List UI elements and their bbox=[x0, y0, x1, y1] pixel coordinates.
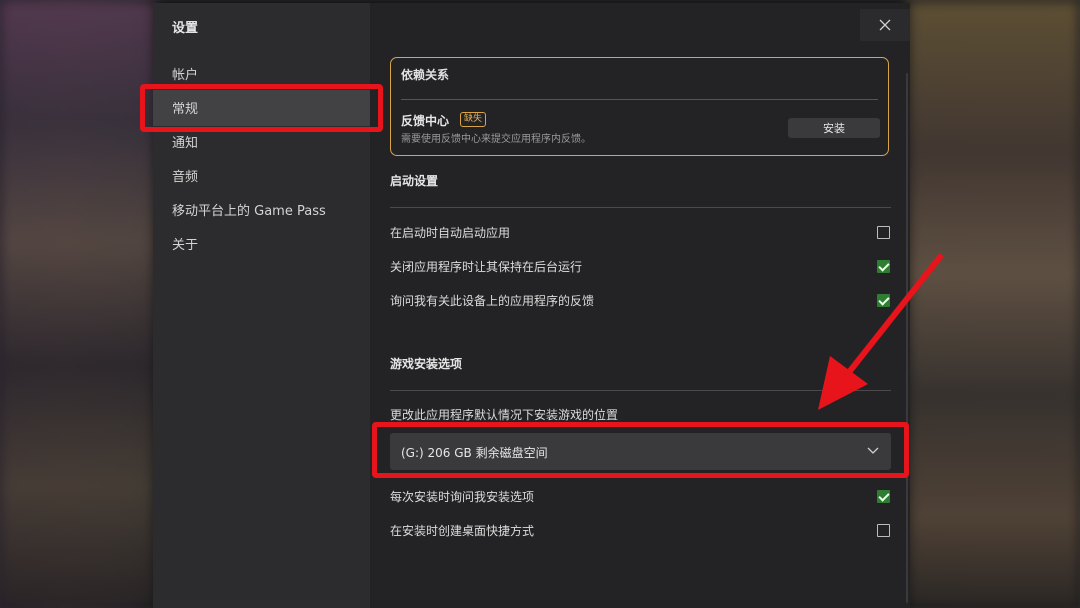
sidebar-item-game-pass-mobile[interactable]: 移动平台上的 Game Pass bbox=[172, 200, 326, 219]
desktop-shortcut-label: 在安装时创建桌面快捷方式 bbox=[390, 524, 535, 538]
background-right bbox=[908, 0, 1080, 608]
dependencies-card: 依赖关系 反馈中心 缺失 需要使用反馈中心来提交应用程序内反馈。 安装 bbox=[390, 57, 889, 156]
dropdown-selected-value: (G:) 206 GB 剩余磁盘空间 bbox=[401, 446, 548, 460]
startup-settings-title: 启动设置 bbox=[390, 174, 439, 188]
sidebar-item-notifications[interactable]: 通知 bbox=[172, 132, 198, 151]
feedback-hub-description: 需要使用反馈中心来提交应用程序内反馈。 bbox=[401, 134, 591, 145]
settings-window: 设置 帐户 常规 通知 音频 移动平台上的 Game Pass 关于 依赖关系 … bbox=[153, 3, 910, 608]
auto-start-checkbox[interactable] bbox=[877, 226, 890, 239]
ask-install-options-label: 每次安装时询问我安装选项 bbox=[390, 490, 535, 504]
settings-title: 设置 bbox=[172, 21, 199, 36]
chevron-down-icon bbox=[867, 447, 879, 454]
desktop-shortcut-checkbox[interactable] bbox=[877, 524, 890, 537]
ask-feedback-label: 询问我有关此设备上的应用程序的反馈 bbox=[390, 294, 595, 308]
close-button[interactable] bbox=[860, 9, 910, 41]
install-location-label: 更改此应用程序默认情况下安装游戏的位置 bbox=[390, 408, 619, 422]
auto-start-label: 在启动时自动启动应用 bbox=[390, 226, 511, 240]
game-install-options-title: 游戏安装选项 bbox=[390, 357, 463, 371]
scrollbar[interactable] bbox=[906, 73, 908, 603]
background-left bbox=[0, 0, 155, 608]
ask-install-options-checkbox[interactable] bbox=[877, 490, 890, 503]
divider bbox=[390, 207, 891, 208]
sidebar: 设置 帐户 常规 通知 音频 移动平台上的 Game Pass 关于 bbox=[153, 3, 370, 608]
install-location-dropdown[interactable]: (G:) 206 GB 剩余磁盘空间 bbox=[390, 433, 891, 470]
keep-background-label: 关闭应用程序时让其保持在后台运行 bbox=[390, 260, 583, 274]
close-icon bbox=[879, 19, 891, 31]
keep-background-checkbox[interactable] bbox=[877, 260, 890, 273]
sidebar-item-general[interactable]: 常规 bbox=[172, 98, 198, 117]
ask-feedback-checkbox[interactable] bbox=[877, 294, 890, 307]
dependencies-title: 依赖关系 bbox=[401, 68, 450, 82]
content-panel: 依赖关系 反馈中心 缺失 需要使用反馈中心来提交应用程序内反馈。 安装 启动设置… bbox=[370, 3, 910, 608]
install-button[interactable]: 安装 bbox=[788, 118, 880, 138]
missing-badge: 缺失 bbox=[460, 112, 487, 127]
divider bbox=[401, 99, 878, 100]
sidebar-item-about[interactable]: 关于 bbox=[172, 234, 198, 253]
divider bbox=[390, 390, 891, 391]
feedback-hub-name: 反馈中心 bbox=[401, 114, 450, 128]
sidebar-item-account[interactable]: 帐户 bbox=[172, 64, 198, 83]
sidebar-item-audio[interactable]: 音频 bbox=[172, 166, 198, 185]
